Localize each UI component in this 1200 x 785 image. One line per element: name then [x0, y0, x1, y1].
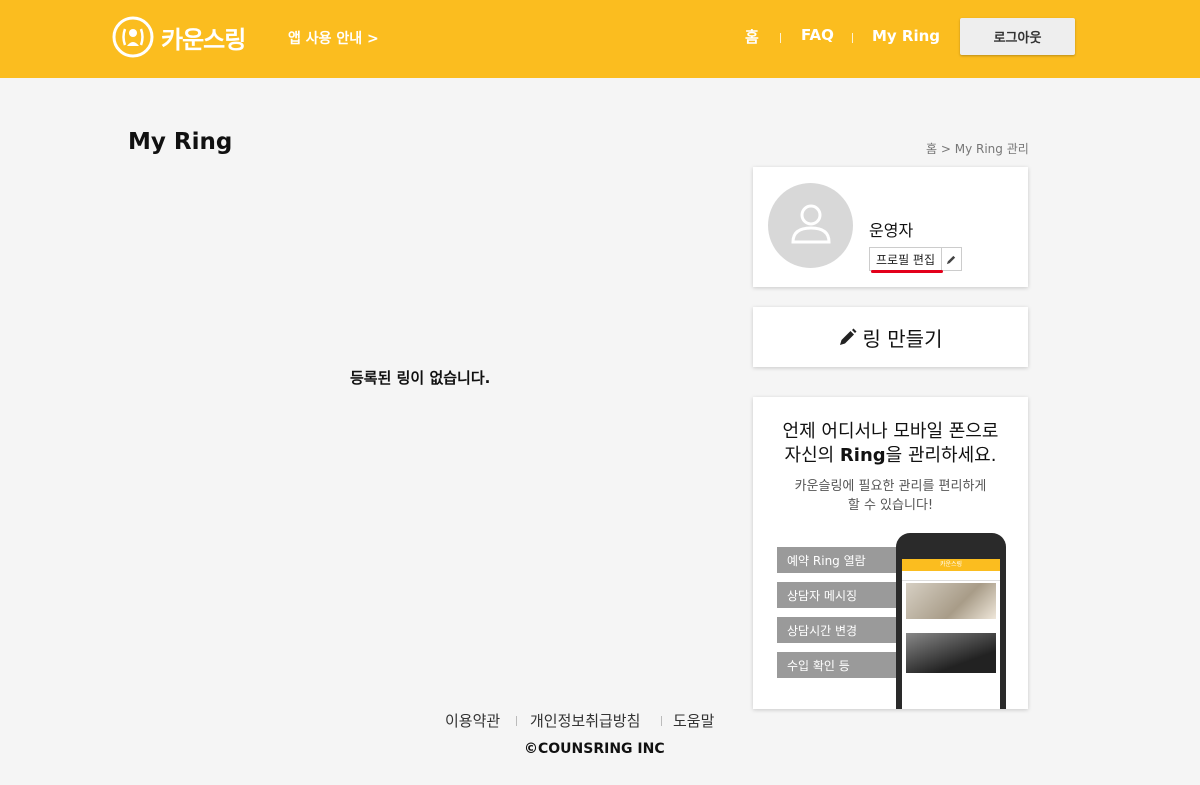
footer-privacy-link[interactable]: 개인정보취급방침 — [530, 710, 640, 731]
phone-content-image — [906, 633, 996, 673]
promo-headline-1: 언제 어디서나 모바일 폰으로 — [782, 421, 999, 442]
feature-item: 수입 확인 등 — [777, 652, 902, 678]
logout-button[interactable]: 로그아웃 — [960, 18, 1075, 55]
avatar — [768, 183, 853, 268]
promo-headline-prefix: 자신의 — [784, 445, 840, 466]
nav-faq[interactable]: FAQ — [801, 26, 834, 44]
edit-profile-button[interactable]: 프로필 편집 — [869, 247, 963, 271]
make-ring-label: 링 만들기 — [862, 326, 943, 351]
phone-app-title: 카운스링 — [902, 559, 1000, 571]
feature-item: 상담자 메시징 — [777, 582, 902, 608]
feature-item: 예약 Ring 열람 — [777, 547, 902, 573]
phone-screen: 카운스링 — [902, 559, 1000, 709]
nav-divider — [852, 33, 853, 43]
phone-mockup: 카운스링 — [896, 533, 1006, 709]
profile-name: 운영자 — [869, 221, 914, 240]
footer-divider — [516, 716, 517, 726]
user-silhouette-icon — [791, 204, 831, 244]
nav-home[interactable]: 홈 — [745, 26, 759, 47]
app-guide-link[interactable]: 앱 사용 안내 > — [288, 28, 379, 48]
promo-headline-suffix: 을 관리하세요. — [885, 445, 997, 466]
mobile-promo-card: 언제 어디서나 모바일 폰으로 자신의 Ring을 관리하세요. 카운슬링에 필… — [753, 397, 1028, 709]
footer-divider — [661, 716, 662, 726]
page-title: My Ring — [128, 129, 233, 155]
promo-subtext-1: 카운슬링에 필요한 관리를 편리하게 — [794, 479, 987, 494]
promo-subtext-2: 할 수 있습니다! — [847, 498, 934, 513]
nav-divider — [780, 33, 781, 43]
breadcrumb[interactable]: 홈 > My Ring 관리 — [926, 140, 1029, 157]
empty-ring-message: 등록된 링이 없습니다. — [350, 369, 491, 387]
footer-help-link[interactable]: 도움말 — [673, 710, 714, 731]
pencil-icon — [839, 328, 857, 345]
make-ring-button[interactable]: 링 만들기 — [753, 307, 1028, 367]
nav-myring[interactable]: My Ring — [872, 27, 940, 45]
phone-content-image — [906, 583, 996, 619]
copyright: ©COUNSRING INC — [524, 741, 665, 757]
pencil-icon — [941, 248, 961, 270]
counsring-logo-icon — [112, 16, 154, 58]
logo-text: 카운스링 — [161, 25, 246, 54]
promo-headline-2: 자신의 Ring을 관리하세요. — [753, 441, 1028, 467]
phone-search-bar — [902, 571, 1000, 581]
promo-headline-bold: Ring — [839, 445, 886, 466]
edit-profile-label: 프로필 편집 — [876, 252, 936, 267]
highlight-underline — [871, 270, 943, 273]
profile-card: 운영자 프로필 편집 — [753, 167, 1028, 287]
footer-terms-link[interactable]: 이용약관 — [445, 710, 500, 731]
feature-item: 상담시간 변경 — [777, 617, 902, 643]
top-header: 카운스링 앱 사용 안내 > 홈 FAQ My Ring 로그아웃 — [0, 0, 1200, 78]
logo[interactable]: 카운스링 — [111, 15, 246, 59]
